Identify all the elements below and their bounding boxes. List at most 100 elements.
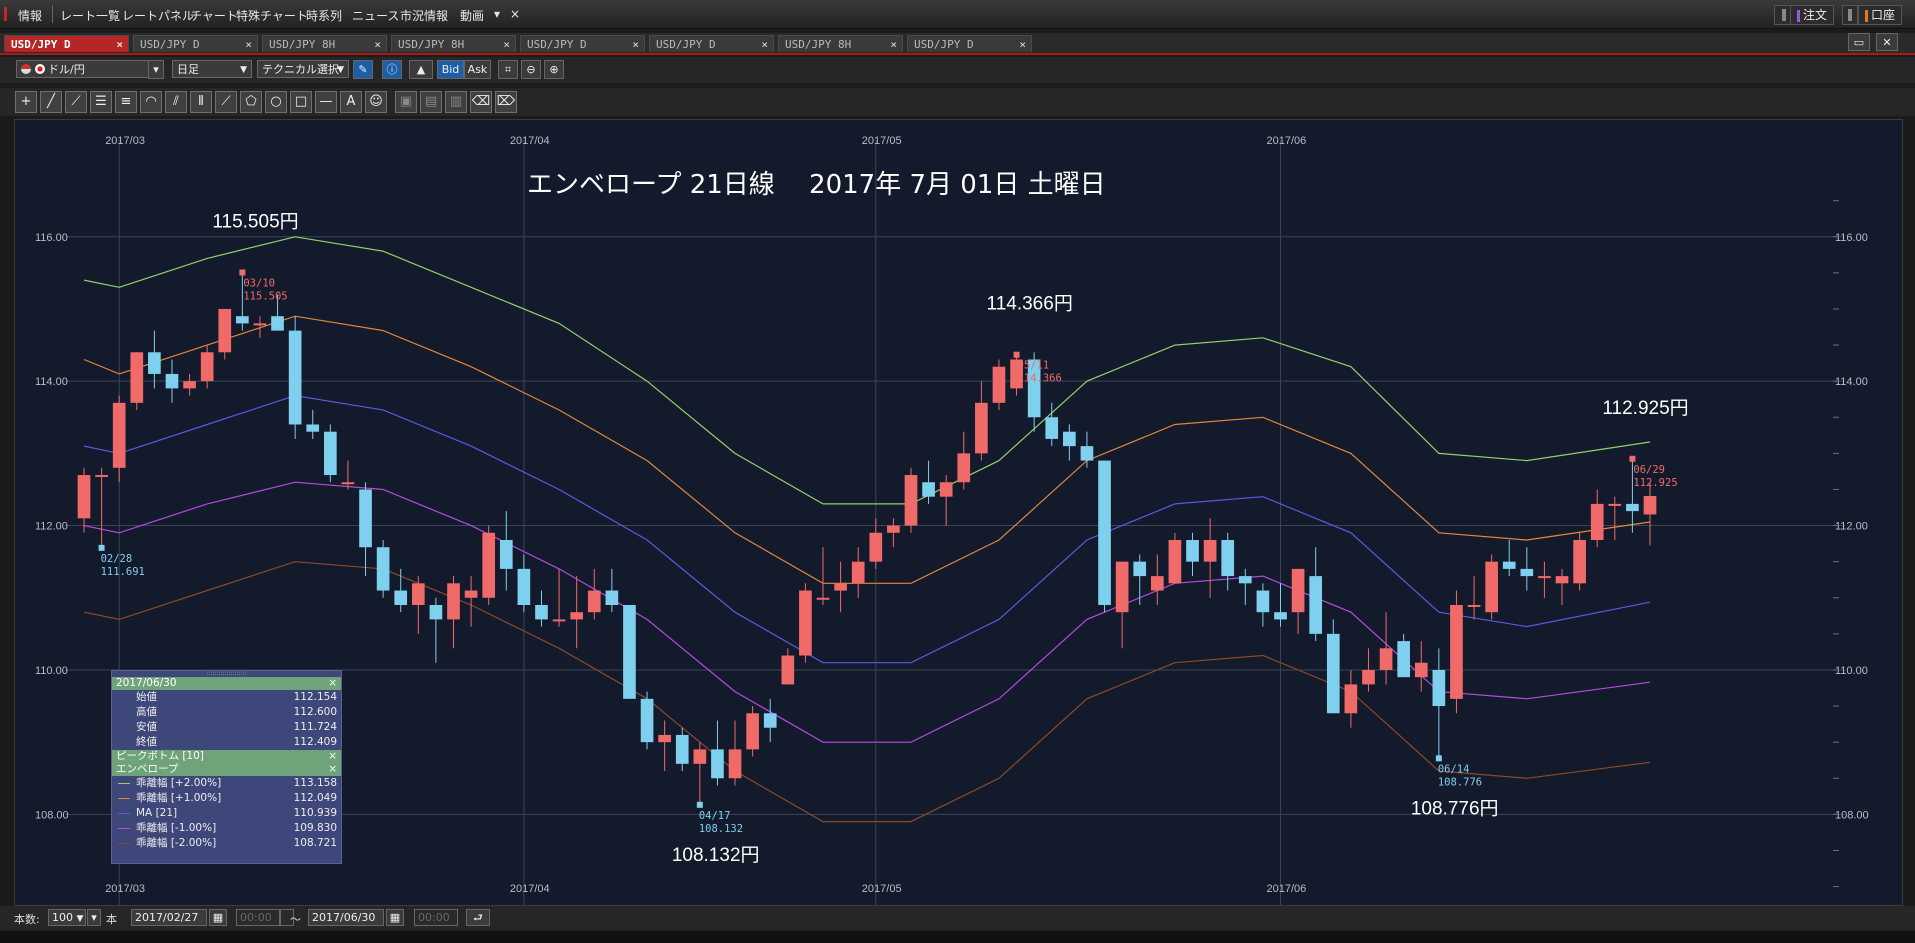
tab-label: USD/JPY D [527,38,587,51]
account-label: 口座 [1871,8,1896,22]
fibonacci-retracement-icon[interactable]: ≡ [115,91,137,113]
timeframe-select[interactable]: 日足 ▼ [172,60,252,78]
date-from-field[interactable]: 2017/02/27 [131,909,207,926]
chart-type-icon[interactable]: ▲ [409,60,433,79]
envelope-row-value: 109.830 [293,822,337,834]
menu-item-video[interactable]: 動画 [460,7,484,24]
menu-item-market-info[interactable]: 市況情報 [400,7,448,24]
crosshair-icon[interactable]: + [15,91,37,113]
trendline-icon[interactable]: ╱ [40,91,62,113]
y-axis-tick-label-right: 110.00 [1835,665,1868,677]
tab-close-icon[interactable]: × [116,36,123,53]
order-label: 注文 [1803,8,1828,22]
eraser-all-icon[interactable]: ⌦ [495,91,517,113]
zoom-in-icon[interactable]: ⊕ [544,60,564,79]
x-axis-month-label-top: 2017/06 [1266,135,1306,147]
candle-body [236,316,249,324]
close-icon[interactable]: × [328,677,337,690]
text-tool-icon[interactable]: A [340,91,362,113]
tab-usdjpy-d-2[interactable]: USD/JPY D × [133,35,258,52]
date-to-field[interactable]: 2017/06/30 [308,909,384,926]
menu-item-rate-panel[interactable]: レートパネル [122,7,194,24]
technical-select[interactable]: テクニカル選択 ▼ [257,60,349,78]
tab-close-icon[interactable]: × [632,36,639,53]
fibonacci-arc-icon[interactable]: ◠ [140,91,162,113]
bar-count-select[interactable]: 100 ▼ [48,909,86,926]
chevron-down-icon[interactable]: ▾ [148,60,164,79]
stamp-icon[interactable]: ☺ [365,91,387,113]
candle-body [1063,431,1076,447]
menu-item-chart[interactable]: チャート [190,7,238,24]
calendar-icon[interactable]: ▦ [386,909,404,926]
chart-settings-icon[interactable]: ⌗ [498,60,518,79]
candle-body [1414,662,1428,678]
calendar-icon[interactable]: ▦ [209,909,227,926]
account-button[interactable]: 口座 [1858,5,1903,25]
time-to-field[interactable]: 00:00 [414,909,458,926]
x-axis-month-label-bottom: 2017/04 [510,883,550,895]
close-icon[interactable]: × [328,750,337,763]
close-icon[interactable]: × [328,763,337,776]
menu-item-rate-list[interactable]: レート一覧 [60,7,120,24]
pentagon-icon[interactable]: ⬠ [240,91,262,113]
copy-drawing-icon[interactable]: ▣ [395,91,417,113]
parallel-lines-icon[interactable]: ☰ [90,91,112,113]
info-icon[interactable]: ⓘ [382,60,402,79]
tab-close-icon[interactable]: × [761,36,768,53]
tab-usdjpy-8h-1[interactable]: USD/JPY 8H × [262,35,387,52]
envelope-row-label: 乖離幅 [+1.00%] [136,792,222,804]
envelope-row: 乖離幅 [+1.00%] 112.049 [112,791,341,806]
candle-body [218,308,232,353]
vertical-lines-icon[interactable]: ⦀ [190,91,212,113]
menu-item-special-chart[interactable]: 特殊チャート [236,7,308,24]
currency-pair-select[interactable]: ドル/円 [16,60,162,78]
ohlc-value: 111.724 [293,721,337,733]
window-close-icon[interactable]: ✕ [1876,33,1898,51]
time-from-field[interactable]: 00:00 [236,909,280,926]
ask-button[interactable]: Ask [464,60,491,79]
series-swatch [118,828,130,829]
ruler-icon[interactable]: ⟋ [65,91,87,113]
data-window-panel[interactable]: :::::::::::::::::::: 2017/06/30 × 始値 112.… [111,670,342,864]
tab-usdjpy-d-4[interactable]: USD/JPY D × [649,35,774,52]
zoom-out-icon[interactable]: ⊖ [521,60,541,79]
jp-flag-icon [34,64,45,74]
paste-drawing-icon[interactable]: ▤ [420,91,442,113]
ohlc-row-high: 高値 112.600 [112,705,341,720]
tab-close-icon[interactable]: × [374,36,381,53]
order-button[interactable]: 注文 [1790,5,1835,25]
tab-usdjpy-d-1[interactable]: USD/JPY D × [4,35,129,52]
circle-icon[interactable]: ○ [265,91,287,113]
tab-usdjpy-8h-3[interactable]: USD/JPY 8H × [778,35,903,52]
menu-item-info[interactable]: 情報 [18,7,42,24]
tab-close-icon[interactable]: × [890,36,897,53]
pencil-icon[interactable]: ✎ [353,60,373,79]
tab-usdjpy-d-3[interactable]: USD/JPY D × [520,35,645,52]
menu-item-time-series[interactable]: 時系列 [306,7,342,24]
tab-close-icon[interactable]: × [503,36,510,53]
maximize-icon[interactable]: ▭ [1848,33,1870,51]
eraser-icon[interactable]: ⌫ [470,91,492,113]
delete-drawing-icon[interactable]: ▥ [445,91,467,113]
horizontal-line-icon[interactable]: — [315,91,337,113]
bar-count-dropdown-icon[interactable]: ▾ [87,909,101,926]
peak-price-label: 115.505円 [212,211,298,232]
tab-usdjpy-8h-2[interactable]: USD/JPY 8H × [391,35,516,52]
envelope-row: 乖離幅 [-1.00%] 109.830 [112,821,341,836]
apply-range-icon[interactable]: ⮐ [466,909,490,926]
tab-close-icon[interactable]: × [245,36,252,53]
tab-close-icon[interactable]: × [1019,36,1026,53]
bid-button[interactable]: Bid [437,60,464,79]
gann-fan-icon[interactable]: ⟋ [215,91,237,113]
peak-marker [239,269,246,276]
menu-item-news[interactable]: ニュース [352,7,399,24]
candle-body [587,590,601,613]
fan-lines-icon[interactable]: ⫽ [165,91,187,113]
candle-body [675,734,689,764]
rectangle-icon[interactable]: □ [290,91,312,113]
account-mode-icon[interactable] [1842,5,1858,25]
chevron-down-icon[interactable]: ▾ [494,7,500,21]
envelope-row-label: 乖離幅 [-2.00%] [136,837,217,849]
tab-usdjpy-d-5[interactable]: USD/JPY D × [907,35,1032,52]
close-icon[interactable]: × [510,7,520,21]
